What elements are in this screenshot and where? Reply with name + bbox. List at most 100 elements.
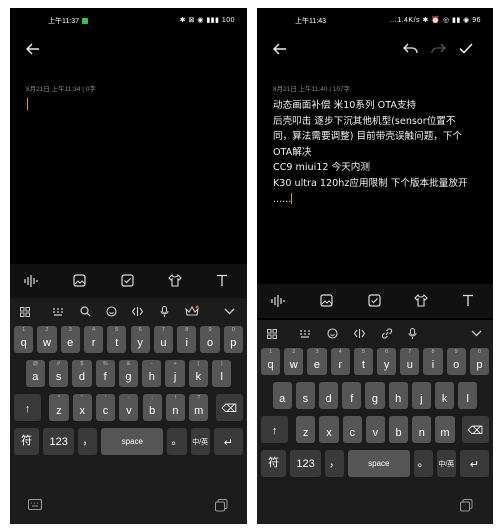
grid-menu-icon[interactable] xyxy=(20,307,30,317)
key-w[interactable]: 2w xyxy=(37,326,57,353)
grid-menu-icon[interactable] xyxy=(267,329,277,339)
crown-skin-icon[interactable] xyxy=(185,305,199,317)
keyboard-layout-icon[interactable] xyxy=(52,307,64,317)
emoji-icon[interactable] xyxy=(327,328,338,339)
key-i[interactable]: 8i xyxy=(423,348,443,375)
image-icon[interactable] xyxy=(320,294,333,307)
key-e[interactable]: 3e xyxy=(307,348,327,375)
key-o[interactable]: 9o xyxy=(446,348,466,375)
key-f[interactable]: f xyxy=(342,382,362,409)
key-a[interactable]: @ a xyxy=(25,360,45,387)
shirt-theme-icon[interactable] xyxy=(414,294,428,307)
clipboard-icon[interactable] xyxy=(460,499,473,512)
language-switch-key[interactable]: 中/英 xyxy=(190,428,210,455)
key-d[interactable]: $ d xyxy=(72,360,92,387)
key-s[interactable]: s xyxy=(295,382,315,409)
audio-wave-icon[interactable] xyxy=(271,295,285,307)
key-z[interactable]: z xyxy=(296,416,316,443)
key-c[interactable]: c xyxy=(342,416,362,443)
key-m[interactable]: ? m xyxy=(189,394,209,421)
text-format-icon[interactable] xyxy=(216,274,228,287)
key-h[interactable]: h xyxy=(388,382,408,409)
key-j[interactable]: + j xyxy=(165,360,185,387)
key-f[interactable]: % f xyxy=(95,360,115,387)
key-c[interactable]: ' c xyxy=(95,394,116,421)
symbol-key[interactable]: 符 xyxy=(14,428,40,455)
key-n[interactable]: n xyxy=(412,416,432,443)
shift-key[interactable]: ↑ xyxy=(14,394,42,421)
text-format-icon[interactable] xyxy=(462,294,474,307)
key-u[interactable]: 7u xyxy=(400,348,420,375)
key-k[interactable]: (k xyxy=(188,360,209,387)
period-key[interactable]: 。 xyxy=(167,428,187,455)
key-p[interactable]: 0p xyxy=(223,326,243,353)
keyboard-layout-icon[interactable] xyxy=(299,329,311,339)
keyboard-switch-icon[interactable] xyxy=(28,499,42,510)
key-r[interactable]: 4r xyxy=(83,326,104,353)
key-u[interactable]: 7u xyxy=(153,326,174,353)
key-x[interactable]: x xyxy=(319,416,339,443)
key-w[interactable]: 2w xyxy=(284,348,304,375)
undo-icon[interactable] xyxy=(403,43,418,55)
backspace-key[interactable]: ⌫ xyxy=(461,416,489,443)
key-j[interactable]: j xyxy=(411,382,431,409)
key-v[interactable]: :v xyxy=(119,394,139,421)
key-r[interactable]: 4r xyxy=(330,348,350,375)
audio-wave-icon[interactable] xyxy=(24,275,38,287)
key-x[interactable]: " x xyxy=(72,394,92,421)
key-e[interactable]: 3e xyxy=(60,326,80,353)
key-h[interactable]: -h xyxy=(142,360,162,387)
enter-key[interactable]: ↵ xyxy=(213,428,243,455)
microphone-icon[interactable] xyxy=(408,328,417,339)
redo-icon[interactable] xyxy=(431,43,446,55)
key-m[interactable]: m xyxy=(435,416,455,443)
cursor-move-icon[interactable] xyxy=(354,328,365,339)
back-arrow-icon[interactable] xyxy=(26,43,40,55)
key-g[interactable]: g xyxy=(365,382,385,409)
key-z[interactable]: * z xyxy=(49,394,69,421)
collapse-keyboard-icon[interactable] xyxy=(224,308,235,315)
image-icon[interactable] xyxy=(73,274,86,287)
checklist-icon[interactable] xyxy=(121,274,134,287)
key-o[interactable]: 9o xyxy=(200,326,220,353)
emoji-icon[interactable] xyxy=(106,306,117,317)
space-key[interactable]: space xyxy=(348,450,410,477)
key-b[interactable]: ; b xyxy=(142,394,162,421)
number-key[interactable]: 123 xyxy=(43,428,75,455)
language-switch-key[interactable]: 中/英 xyxy=(436,450,456,477)
shift-key[interactable]: ↑ xyxy=(261,416,289,443)
cursor-move-icon[interactable] xyxy=(132,306,143,317)
key-y[interactable]: 6y xyxy=(377,348,397,375)
note-editor[interactable] xyxy=(10,96,247,261)
key-t[interactable]: 5t xyxy=(107,326,127,353)
shirt-theme-icon[interactable] xyxy=(168,274,182,287)
confirm-check-icon[interactable] xyxy=(459,43,473,54)
key-q[interactable]: 1q xyxy=(261,348,281,375)
collapse-keyboard-icon[interactable] xyxy=(471,330,482,337)
key-l[interactable]: ) l xyxy=(212,360,232,387)
space-key[interactable]: space xyxy=(101,428,164,455)
key-p[interactable]: 0p xyxy=(469,348,489,375)
comma-key[interactable]: ， xyxy=(324,450,345,477)
note-editor[interactable]: 动态画面补偿 米10系列 OTA支持 后壳叩击 逐步下沉其他机型(sensor位… xyxy=(273,98,485,207)
number-key[interactable]: 123 xyxy=(290,450,321,477)
search-icon[interactable] xyxy=(80,306,91,317)
key-k[interactable]: k xyxy=(435,382,455,409)
key-b[interactable]: b xyxy=(389,416,409,443)
checklist-icon[interactable] xyxy=(368,294,381,307)
clipboard-icon[interactable] xyxy=(215,499,228,512)
key-g[interactable]: & g xyxy=(118,360,139,387)
key-v[interactable]: v xyxy=(365,416,385,443)
key-a[interactable]: a xyxy=(272,382,292,409)
key-l[interactable]: l xyxy=(458,382,478,409)
key-n[interactable]: ! n xyxy=(165,394,186,421)
key-q[interactable]: 1q xyxy=(14,326,34,353)
enter-key[interactable]: ↵ xyxy=(459,450,489,477)
key-d[interactable]: d xyxy=(319,382,339,409)
symbol-key[interactable]: 符 xyxy=(261,450,287,477)
key-i[interactable]: 8i xyxy=(177,326,197,353)
link-icon[interactable] xyxy=(381,328,393,339)
key-s[interactable]: # s xyxy=(48,360,69,387)
back-arrow-icon[interactable] xyxy=(273,43,287,55)
key-t[interactable]: 5t xyxy=(353,348,373,375)
